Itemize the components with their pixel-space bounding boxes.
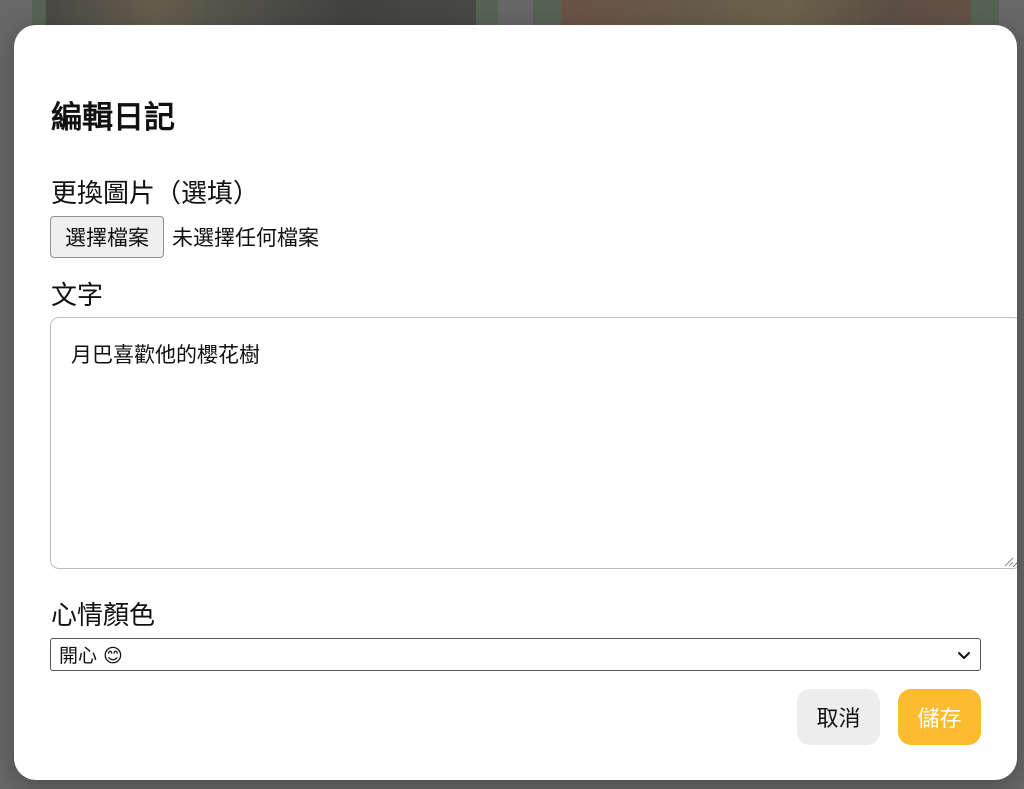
chevron-down-icon bbox=[958, 651, 970, 659]
edit-diary-modal: 編輯日記 更換圖片（選填） 選擇檔案 未選擇任何檔案 文字 心情顏色 開心 😊 … bbox=[14, 25, 1017, 780]
image-field-label: 更換圖片（選填） bbox=[51, 179, 260, 209]
mood-color-select[interactable]: 開心 😊 bbox=[50, 638, 981, 671]
choose-file-button[interactable]: 選擇檔案 bbox=[50, 216, 164, 258]
diary-text-area[interactable] bbox=[50, 317, 1017, 569]
file-status-text: 未選擇任何檔案 bbox=[172, 226, 319, 250]
modal-title: 編輯日記 bbox=[51, 100, 175, 136]
save-button[interactable]: 儲存 bbox=[898, 689, 981, 745]
file-input: 選擇檔案 未選擇任何檔案 bbox=[50, 216, 319, 258]
mood-select-value: 開心 😊 bbox=[59, 645, 123, 667]
mood-field-label: 心情顏色 bbox=[51, 601, 156, 631]
cancel-button[interactable]: 取消 bbox=[797, 689, 880, 745]
text-field-label: 文字 bbox=[51, 281, 104, 311]
